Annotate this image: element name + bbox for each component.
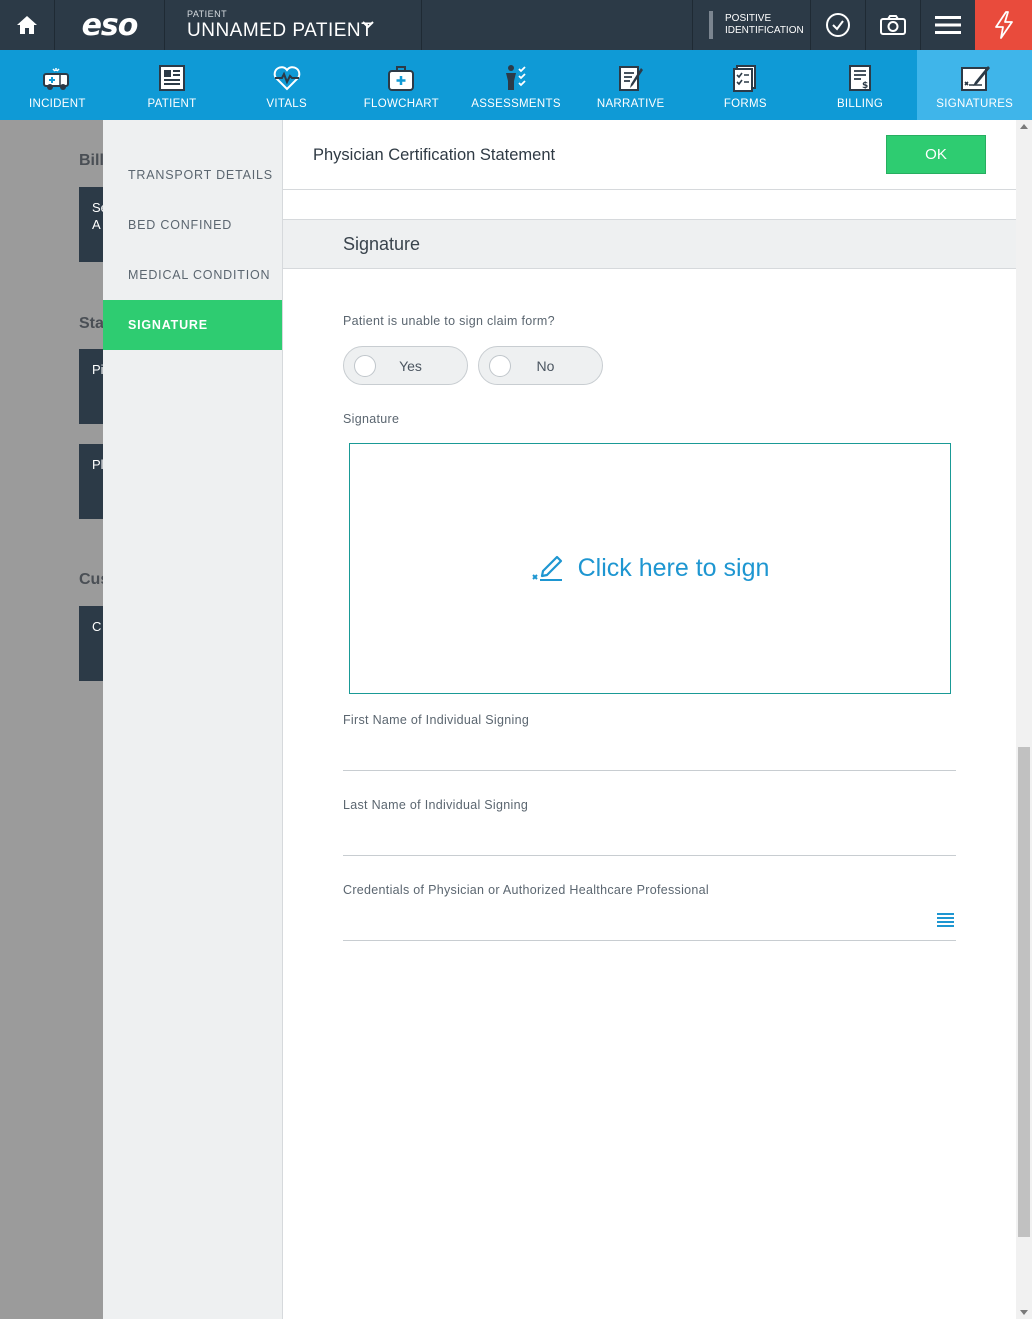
nav-label: FORMS <box>723 98 767 110</box>
hamburger-menu-icon <box>935 16 961 34</box>
positive-id-line2: IDENTIFICATION <box>725 25 804 36</box>
narrative-pen-icon <box>618 66 643 91</box>
nav-billing[interactable]: $ BILLING <box>803 50 918 120</box>
yes-radio[interactable]: Yes <box>343 346 468 385</box>
bg-section-label: Bill <box>79 152 103 169</box>
nav-label: NARRATIVE <box>596 98 665 110</box>
sidebar-item-transport-details[interactable]: TRANSPORT DETAILS <box>103 150 282 200</box>
nav-flowchart[interactable]: FLOWCHART <box>344 50 459 120</box>
patient-caption: PATIENT <box>187 9 228 19</box>
nav-label: ASSESSMENTS <box>471 98 561 110</box>
positive-identification-button[interactable]: POSITIVE IDENTIFICATION <box>692 0 810 50</box>
lightning-icon <box>994 11 1013 39</box>
nav-label: VITALS <box>266 98 307 110</box>
patient-name: UNNAMED PATIENT <box>187 20 374 41</box>
scroll-down-arrow-icon[interactable] <box>1020 1310 1028 1315</box>
unable-to-sign-label: Patient is unable to sign claim form? <box>343 314 555 328</box>
billing-icon: $ <box>849 65 872 91</box>
signature-pad[interactable]: Click here to sign <box>349 443 951 694</box>
bg-card: Se A <box>79 187 103 262</box>
bg-card-text: Pi <box>92 362 103 377</box>
section-header: Signature <box>283 220 1016 269</box>
modal-title: Physician Certification Statement <box>313 146 556 164</box>
scrollbar[interactable] <box>1016 120 1032 1319</box>
background-page: Bill Se A Sta Pi Pl Cus C <box>0 120 103 1319</box>
list-picker-icon[interactable] <box>937 913 954 927</box>
bg-section-label: Sta <box>79 315 103 332</box>
home-button[interactable] <box>0 0 55 50</box>
camera-icon <box>880 15 906 35</box>
bg-section-label: Cus <box>79 571 103 588</box>
nav-vitals[interactable]: VITALS <box>229 50 344 120</box>
nav-narrative[interactable]: NARRATIVE <box>573 50 688 120</box>
nav-label: INCIDENT <box>28 98 86 110</box>
scroll-thumb[interactable] <box>1018 747 1030 1237</box>
signature-label: Signature <box>343 412 400 426</box>
patient-card-icon <box>159 65 185 91</box>
pcs-sidebar: TRANSPORT DETAILS BED CONFINED MEDICAL C… <box>103 120 283 1319</box>
sidebar-item-medical-condition[interactable]: MEDICAL CONDITION <box>103 250 282 300</box>
sidebar-item-signature[interactable]: SIGNATURE <box>103 300 282 350</box>
bg-card: Pl <box>79 444 103 519</box>
bg-card-text: A <box>92 217 101 232</box>
sign-cta-text: Click here to sign <box>577 554 770 582</box>
bg-card-text: Se <box>92 200 103 215</box>
positive-id-indicator <box>709 11 713 39</box>
no-radio[interactable]: No <box>478 346 603 385</box>
bg-card: C <box>79 606 103 681</box>
sidebar-item-bed-confined[interactable]: BED CONFINED <box>103 200 282 250</box>
menu-button[interactable] <box>920 0 975 50</box>
validate-button[interactable] <box>810 0 865 50</box>
last-name-label: Last Name of Individual Signing <box>343 798 529 812</box>
radio-circle <box>354 354 376 377</box>
bg-card-text: C <box>92 619 102 634</box>
nav-incident[interactable]: INCIDENT <box>0 50 115 120</box>
nav-label: BILLING <box>836 98 884 110</box>
yes-label: Yes <box>399 357 422 374</box>
last-name-underline <box>343 855 956 856</box>
main-nav: INCIDENT PATIENT VITALS FLOWCHART ASSESS… <box>0 50 1032 120</box>
first-name-label: First Name of Individual Signing <box>343 713 530 727</box>
first-name-underline <box>343 770 956 771</box>
ok-button[interactable]: OK <box>886 135 986 174</box>
radio-circle <box>489 354 511 377</box>
bg-card-text: Pl <box>92 457 103 472</box>
nav-label: PATIENT <box>147 98 197 110</box>
credentials-underline <box>343 940 956 941</box>
signature-icon <box>960 66 990 91</box>
svg-text:$: $ <box>862 81 869 91</box>
nav-assessments[interactable]: ASSESSMENTS <box>459 50 574 120</box>
chevron-down-icon <box>362 21 374 29</box>
sign-pen-icon <box>531 555 562 581</box>
nav-label: FLOWCHART <box>363 98 440 110</box>
home-icon <box>17 16 37 34</box>
eso-logo: eso <box>55 0 165 50</box>
forms-icon <box>733 65 757 92</box>
nav-signatures[interactable]: SIGNATURES <box>917 50 1032 120</box>
pcs-form: Physician Certification Statement OK Sig… <box>283 120 1016 1319</box>
top-bar: eso PATIENT UNNAMED PATIENT POSITIVE IDE… <box>0 0 1032 50</box>
bg-card: Pi <box>79 349 103 424</box>
check-circle-icon <box>826 13 850 37</box>
nav-label: SIGNATURES <box>936 98 1014 110</box>
camera-button[interactable] <box>865 0 920 50</box>
nav-patient[interactable]: PATIENT <box>115 50 230 120</box>
no-label: No <box>536 357 555 374</box>
quick-action-button[interactable] <box>975 0 1032 50</box>
credentials-label: Credentials of Physician or Authorized H… <box>343 883 710 897</box>
nav-forms[interactable]: FORMS <box>688 50 803 120</box>
ambulance-icon <box>43 68 70 90</box>
scroll-up-arrow-icon[interactable] <box>1020 124 1028 129</box>
section-divider <box>283 190 1016 220</box>
medkit-icon <box>388 66 415 91</box>
positive-id-line1: POSITIVE <box>725 13 772 24</box>
patient-selector[interactable]: PATIENT UNNAMED PATIENT <box>165 0 422 50</box>
heartbeat-icon <box>273 66 300 91</box>
body-checklist-icon <box>506 65 526 90</box>
modal-header: Physician Certification Statement OK <box>283 120 1016 190</box>
